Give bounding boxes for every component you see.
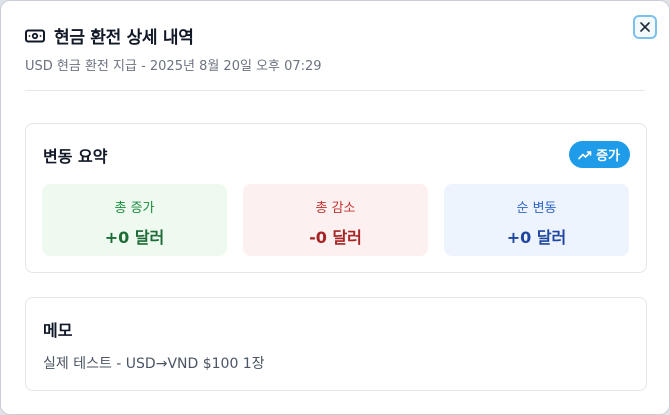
summary-title: 변동 요약 [43, 147, 108, 166]
total-increase-stat: 총 증가 +0 달러 [42, 184, 227, 256]
memo-card: 메모 실제 테스트 - USD→VND $100 1장 [25, 297, 647, 391]
total-decrease-value: -0 달러 [309, 228, 362, 247]
change-summary-card: 변동 요약 증가 총 증가 +0 달러 총 감소 -0 달러 순 변동 +0 달… [25, 123, 647, 273]
dialog-title: 현금 환전 상세 내역 [54, 27, 194, 48]
total-decrease-stat: 총 감소 -0 달러 [243, 184, 428, 256]
memo-text: 실제 테스트 - USD→VND $100 1장 [43, 356, 265, 372]
dialog-subtitle: USD 현금 환전 지급 - 2025년 8월 20일 오후 07:29 [25, 59, 322, 74]
net-change-value: +0 달러 [506, 228, 567, 247]
net-change-label: 순 변동 [516, 201, 557, 216]
total-increase-label: 총 증가 [114, 201, 155, 216]
close-button[interactable] [633, 15, 657, 39]
title-row: 현금 환전 상세 내역 [25, 23, 645, 48]
exchange-detail-dialog: 현금 환전 상세 내역 USD 현금 환전 지급 - 2025년 8월 20일 … [0, 0, 670, 415]
trending-up-icon [578, 150, 592, 159]
dialog-header: 현금 환전 상세 내역 USD 현금 환전 지급 - 2025년 8월 20일 … [25, 23, 645, 74]
net-change-stat: 순 변동 +0 달러 [444, 184, 629, 256]
money-bill-icon [25, 28, 45, 43]
total-increase-value: +0 달러 [104, 228, 165, 247]
header-divider [25, 90, 645, 91]
total-decrease-label: 총 감소 [315, 201, 356, 216]
trend-badge: 증가 [569, 141, 630, 168]
close-icon [640, 22, 650, 32]
memo-title: 메모 [43, 321, 73, 340]
trend-badge-label: 증가 [596, 149, 620, 164]
